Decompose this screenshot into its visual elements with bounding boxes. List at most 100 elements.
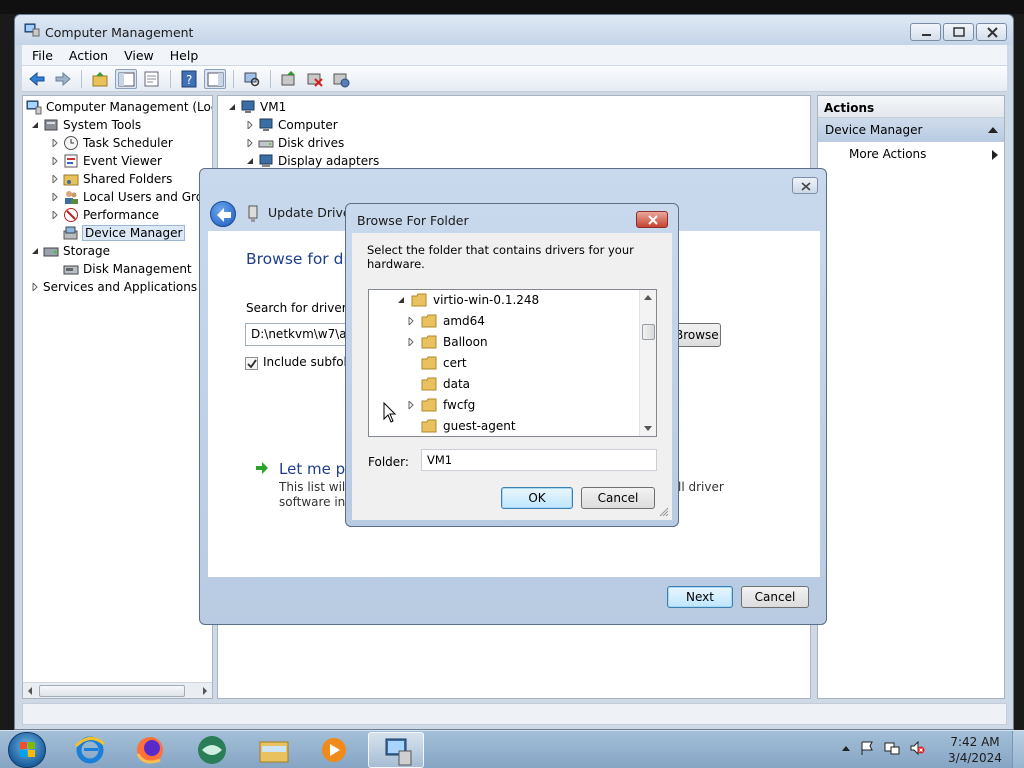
scroll-up-icon[interactable]: [644, 294, 652, 300]
computer-icon: [241, 100, 255, 113]
update-cancel-button[interactable]: Cancel: [741, 586, 809, 608]
scrollbar-thumb[interactable]: [39, 685, 185, 697]
taskbar-file-explorer[interactable]: [246, 732, 302, 768]
folder-icon: [421, 419, 437, 433]
taskbar-media-player[interactable]: [306, 732, 362, 768]
forward-icon[interactable]: [52, 69, 74, 89]
horizontal-scrollbar[interactable]: [23, 682, 212, 698]
browse-cancel-button[interactable]: Cancel: [581, 487, 655, 509]
device-item-computer[interactable]: Computer: [246, 116, 338, 134]
collapsed-arrow-icon[interactable]: [246, 139, 254, 147]
toolbar-separator: [81, 69, 82, 88]
scroll-down-icon[interactable]: [644, 426, 652, 432]
start-button[interactable]: [8, 732, 46, 768]
taskbar-clock[interactable]: 7:42 AM 3/4/2024: [940, 734, 1010, 766]
properties-icon[interactable]: [141, 69, 163, 89]
folder-node[interactable]: amd64: [407, 311, 485, 331]
next-button[interactable]: Next: [667, 586, 733, 608]
volume-muted-icon[interactable]: [909, 740, 925, 756]
close-button[interactable]: [976, 23, 1007, 41]
title-bar[interactable]: Computer Management: [15, 15, 1013, 45]
scrollbar-thumb[interactable]: [642, 324, 655, 340]
collapsed-arrow-icon[interactable]: [407, 338, 415, 346]
folder-node[interactable]: Balloon: [407, 332, 488, 352]
tree-item-storage[interactable]: Storage: [31, 242, 110, 260]
taskbar-internet-explorer[interactable]: [62, 732, 118, 768]
tree-item-performance[interactable]: Performance: [51, 206, 159, 224]
folder-tree-scrollbar[interactable]: [639, 290, 656, 436]
back-arrow-button[interactable]: [210, 201, 236, 227]
ok-button[interactable]: OK: [501, 487, 573, 509]
folder-node[interactable]: virtio-win-0.1.248: [397, 290, 539, 310]
expanded-arrow-icon[interactable]: [31, 247, 39, 255]
update-driver-icon[interactable]: [278, 69, 300, 89]
collapsed-arrow-icon[interactable]: [51, 211, 59, 219]
help-icon[interactable]: ?: [178, 69, 200, 89]
event-viewer-icon: [64, 154, 78, 168]
include-subfolders-checkbox[interactable]: [245, 357, 258, 370]
expanded-arrow-icon[interactable]: [31, 121, 39, 129]
tree-root[interactable]: Computer Management (Local: [26, 98, 212, 116]
disable-icon[interactable]: [330, 69, 352, 89]
device-root[interactable]: VM1: [228, 98, 286, 116]
minimize-button[interactable]: [910, 23, 941, 41]
menu-action[interactable]: Action: [69, 48, 108, 63]
collapsed-arrow-icon[interactable]: [31, 283, 39, 291]
resize-grip-icon[interactable]: [659, 507, 669, 517]
tree-item-local-users[interactable]: Local Users and Group: [51, 188, 212, 206]
collapsed-arrow-icon[interactable]: [51, 193, 59, 201]
folder-icon: [411, 293, 427, 307]
taskbar-computer-management[interactable]: [368, 732, 424, 768]
update-dialog-close-button[interactable]: [792, 177, 818, 194]
folder-tree[interactable]: virtio-win-0.1.248 amd64 Balloon cert da…: [368, 289, 657, 437]
actions-header: Actions: [818, 96, 1004, 118]
tree-item-device-manager[interactable]: Device Manager: [63, 224, 186, 242]
collapsed-arrow-icon[interactable]: [407, 401, 415, 409]
taskbar-firefox[interactable]: [122, 732, 178, 768]
back-icon[interactable]: [26, 69, 48, 89]
network-icon[interactable]: [884, 740, 900, 756]
expanded-arrow-icon[interactable]: [397, 296, 405, 304]
uninstall-icon[interactable]: [304, 69, 326, 89]
menu-help[interactable]: Help: [170, 48, 199, 63]
device-item-disk-drives[interactable]: Disk drives: [246, 134, 344, 152]
browse-dialog-close-button[interactable]: [636, 211, 668, 228]
collapsed-arrow-icon[interactable]: [51, 139, 59, 147]
tree-item-shared-folders[interactable]: Shared Folders: [51, 170, 172, 188]
menu-view[interactable]: View: [124, 48, 154, 63]
show-hide-action-icon[interactable]: [204, 68, 226, 89]
collapsed-arrow-icon[interactable]: [407, 317, 415, 325]
taskbar-virt-viewer[interactable]: [184, 732, 240, 768]
show-desktop-button[interactable]: [1012, 731, 1024, 768]
expanded-arrow-icon[interactable]: [228, 103, 236, 111]
host-top-strip: [0, 0, 1024, 14]
up-folder-icon[interactable]: [89, 69, 111, 89]
folder-node[interactable]: guest-agent: [421, 416, 516, 436]
show-hidden-icons-icon[interactable]: [842, 745, 850, 751]
menu-file[interactable]: File: [32, 48, 53, 63]
collapse-up-icon[interactable]: [988, 126, 998, 133]
scroll-left-icon[interactable]: [27, 687, 33, 695]
tree-item-disk-management[interactable]: Disk Management: [63, 260, 192, 278]
action-center-flag-icon[interactable]: [859, 740, 875, 756]
status-bar: [22, 703, 1007, 725]
folder-node[interactable]: data: [421, 374, 470, 394]
collapsed-arrow-icon[interactable]: [246, 121, 254, 129]
tree-item-event-viewer[interactable]: Event Viewer: [51, 152, 162, 170]
expanded-arrow-icon[interactable]: [246, 157, 254, 165]
folder-node[interactable]: fwcfg: [407, 395, 475, 415]
tree-item-task-scheduler[interactable]: Task Scheduler: [51, 134, 173, 152]
scroll-right-icon[interactable]: [202, 687, 208, 695]
scan-hardware-icon[interactable]: [241, 69, 263, 89]
tree-item-services[interactable]: Services and Applications: [31, 278, 197, 296]
more-actions[interactable]: More Actions: [818, 142, 1004, 164]
show-hide-tree-icon[interactable]: [115, 68, 137, 89]
folder-node[interactable]: cert: [421, 353, 467, 373]
folder-input[interactable]: VM1: [421, 449, 657, 471]
actions-section-device-manager[interactable]: Device Manager: [818, 118, 1004, 142]
tree-item-system-tools[interactable]: System Tools: [31, 116, 141, 134]
maximize-button[interactable]: [943, 23, 974, 41]
collapsed-arrow-icon[interactable]: [51, 175, 59, 183]
submenu-arrow-icon: [992, 150, 998, 160]
collapsed-arrow-icon[interactable]: [51, 157, 59, 165]
